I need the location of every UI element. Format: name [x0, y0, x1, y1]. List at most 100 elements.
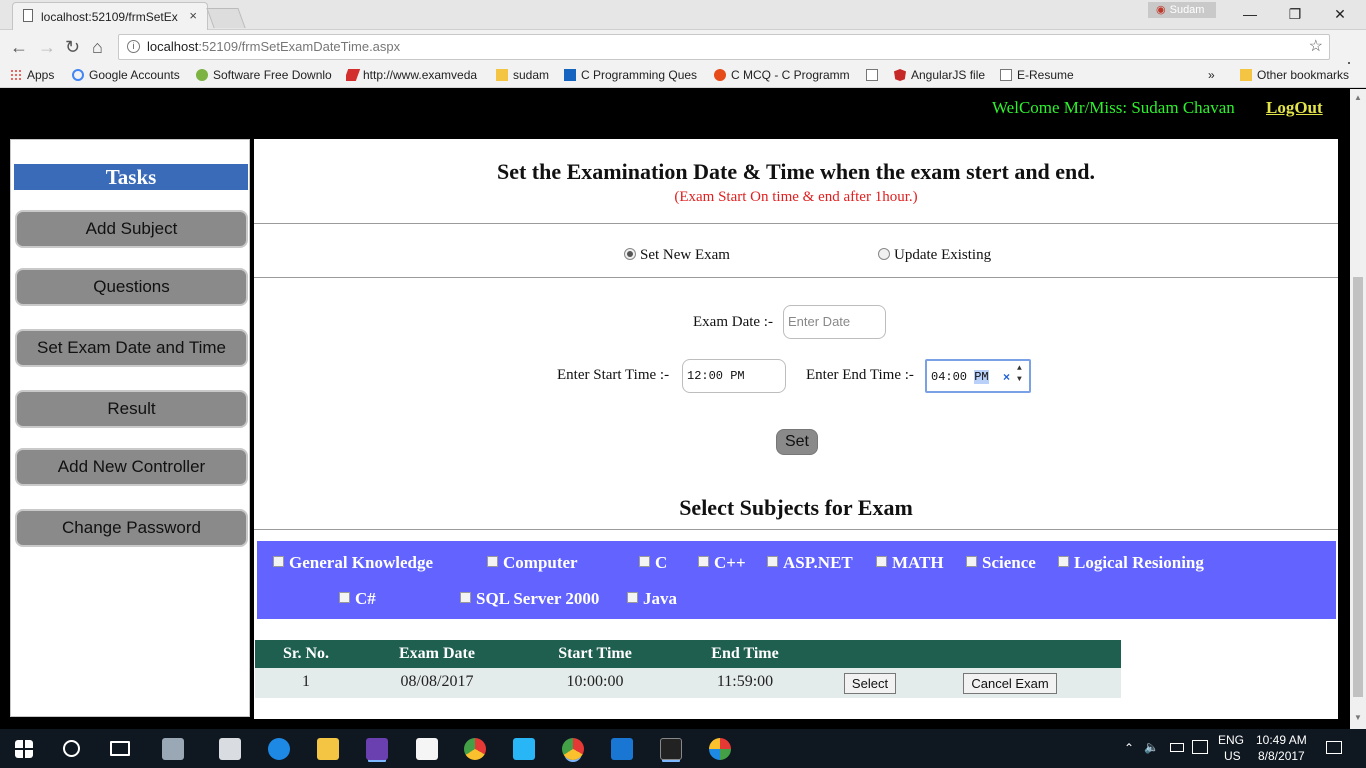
subject-checkbox-cpp[interactable]: C++ [698, 553, 746, 573]
close-window-button[interactable]: ✕ [1320, 3, 1360, 25]
subject-checkbox-aspnet[interactable]: ASP.NET [767, 553, 853, 573]
clock-time[interactable]: 10:49 AM [1256, 733, 1307, 747]
bookmarks-bar: Apps Google Accounts Software Free Downl… [0, 64, 1366, 88]
radio-selected-icon [624, 248, 636, 260]
clock-date[interactable]: 8/8/2017 [1258, 749, 1305, 763]
scroll-up-icon[interactable]: ▲ [1354, 93, 1362, 102]
more-bookmarks-icon[interactable]: » [1208, 68, 1215, 82]
start-icon[interactable] [15, 740, 33, 758]
sidebar-item-add-new-controller[interactable]: Add New Controller [15, 448, 248, 486]
bookmark-star-icon[interactable]: ☆ [1309, 35, 1323, 59]
checkbox-icon [487, 556, 498, 567]
checkbox-icon [273, 556, 284, 567]
subject-checkbox-csharp[interactable]: C# [339, 589, 376, 609]
bookmark-apps[interactable]: Apps [10, 68, 54, 82]
paint-icon[interactable] [709, 738, 731, 760]
chrome-active-icon[interactable] [562, 738, 584, 760]
clear-icon[interactable]: × [1003, 361, 1010, 393]
back-icon[interactable]: ← [10, 37, 28, 58]
subject-checkbox-java[interactable]: Java [627, 589, 677, 609]
subject-checkbox-c[interactable]: C [639, 553, 667, 573]
sidebar-item-set-exam-date-time[interactable]: Set Exam Date and Time [15, 329, 248, 367]
terminal-icon[interactable] [660, 738, 682, 760]
shield-icon[interactable] [513, 738, 535, 760]
folder-icon [496, 69, 508, 81]
chrome-icon[interactable] [464, 738, 486, 760]
region-indicator[interactable]: US [1224, 749, 1241, 763]
bookmark-page[interactable] [866, 68, 883, 82]
visual-studio-icon[interactable] [366, 738, 388, 760]
vscode-icon[interactable] [611, 738, 633, 760]
profile-button[interactable]: ◉ Sudam [1148, 2, 1216, 18]
page-scrollbar[interactable]: ▲ ▼ [1350, 89, 1366, 729]
checkbox-icon [339, 592, 350, 603]
examveda-icon [346, 69, 361, 81]
reload-icon[interactable]: ↻ [65, 37, 80, 58]
bookmark-c-mcq[interactable]: C MCQ - C Programm [714, 68, 850, 82]
volume-icon[interactable]: 🔈 [1144, 740, 1159, 754]
select-button[interactable]: Select [844, 673, 896, 694]
bookmark-e-resume[interactable]: E-Resume [1000, 68, 1074, 82]
cancel-exam-button[interactable]: Cancel Exam [963, 673, 1057, 694]
cell-sr-no: 1 [302, 673, 310, 690]
address-bar[interactable]: i localhost:52109/frmSetExamDateTime.asp… [118, 34, 1330, 60]
start-time-input[interactable]: 12:00 PM [682, 359, 786, 393]
new-tab-button[interactable] [206, 8, 246, 28]
bookmark-examveda[interactable]: http://www.examveda [346, 68, 484, 82]
subject-checkbox-computer[interactable]: Computer [487, 553, 578, 573]
sidebar-item-questions[interactable]: Questions [15, 268, 248, 306]
browser-tab[interactable]: localhost:52109/frmSetEx × [12, 2, 208, 30]
tab-title: localhost:52109/frmSetEx [41, 10, 178, 24]
tray-chevron-icon[interactable]: ⌃ [1124, 741, 1134, 755]
browser-tab-strip: localhost:52109/frmSetEx × ◉ Sudam — ❐ ✕ [0, 0, 1366, 30]
forward-icon[interactable]: → [38, 37, 56, 58]
network-icon[interactable] [1192, 740, 1208, 754]
scroll-thumb[interactable] [1353, 277, 1363, 697]
site-info-icon[interactable]: i [127, 40, 140, 53]
notifications-icon[interactable] [1326, 741, 1342, 754]
end-time-input[interactable]: 04:00 PM × ▲ ▼ [925, 359, 1031, 393]
battery-icon[interactable] [1170, 743, 1184, 752]
cell-exam-date: 08/08/2017 [400, 673, 474, 690]
language-indicator[interactable]: ENG [1218, 733, 1244, 747]
subject-checkbox-science[interactable]: Science [966, 553, 1036, 573]
main-content: Set the Examination Date & Time when the… [254, 139, 1338, 719]
sidebar-item-add-subject[interactable]: Add Subject [15, 210, 248, 248]
task-view-icon[interactable] [110, 741, 130, 756]
search-icon[interactable] [63, 740, 80, 757]
radio-update-existing[interactable]: Update Existing [878, 247, 991, 264]
store-icon[interactable] [219, 738, 241, 760]
exam-date-label: Exam Date :- [693, 314, 773, 330]
bookmark-software[interactable]: Software Free Downlo [196, 68, 336, 82]
subject-checkbox-logical-reasoning[interactable]: Logical Resioning [1058, 553, 1204, 573]
bookmark-sudam[interactable]: sudam [496, 68, 549, 82]
folder-icon[interactable] [317, 738, 339, 760]
logout-link[interactable]: LogOut [1266, 98, 1323, 118]
radio-set-new-exam[interactable]: Set New Exam [624, 247, 730, 264]
bookmark-c-programming[interactable]: C Programming Ques [564, 68, 700, 82]
home-icon[interactable]: ⌂ [92, 37, 103, 58]
close-tab-icon[interactable]: × [189, 8, 197, 23]
subject-checkbox-general-knowledge[interactable]: General Knowledge [273, 553, 433, 573]
sidebar-item-result[interactable]: Result [15, 390, 248, 428]
scroll-down-icon[interactable]: ▼ [1354, 713, 1362, 722]
bookmark-angularjs[interactable]: AngularJS file [894, 68, 985, 82]
web-page: WelCome Mr/Miss: Sudam Chavan LogOut Tas… [0, 89, 1350, 729]
set-button[interactable]: Set [776, 429, 818, 455]
maximize-button[interactable]: ❐ [1275, 3, 1315, 25]
sidebar-item-change-password[interactable]: Change Password [15, 509, 248, 547]
minimize-button[interactable]: — [1230, 3, 1270, 25]
checkbox-icon [460, 592, 471, 603]
edge-icon[interactable] [268, 738, 290, 760]
angular-icon [894, 69, 906, 81]
subject-checkbox-sql-server[interactable]: SQL Server 2000 [460, 589, 599, 609]
file-explorer-icon[interactable] [162, 738, 184, 760]
subject-checkbox-math[interactable]: MATH [876, 553, 944, 573]
spin-down-icon[interactable]: ▼ [1017, 364, 1022, 396]
bookmark-google-accounts[interactable]: Google Accounts [72, 68, 180, 82]
tasks-sidebar: Tasks Add Subject Questions Set Exam Dat… [10, 139, 250, 717]
cell-end-time: 11:59:00 [716, 673, 774, 690]
other-bookmarks[interactable]: Other bookmarks [1240, 68, 1349, 82]
notepad-icon[interactable] [416, 738, 438, 760]
exam-date-input[interactable]: Enter Date [783, 305, 886, 339]
